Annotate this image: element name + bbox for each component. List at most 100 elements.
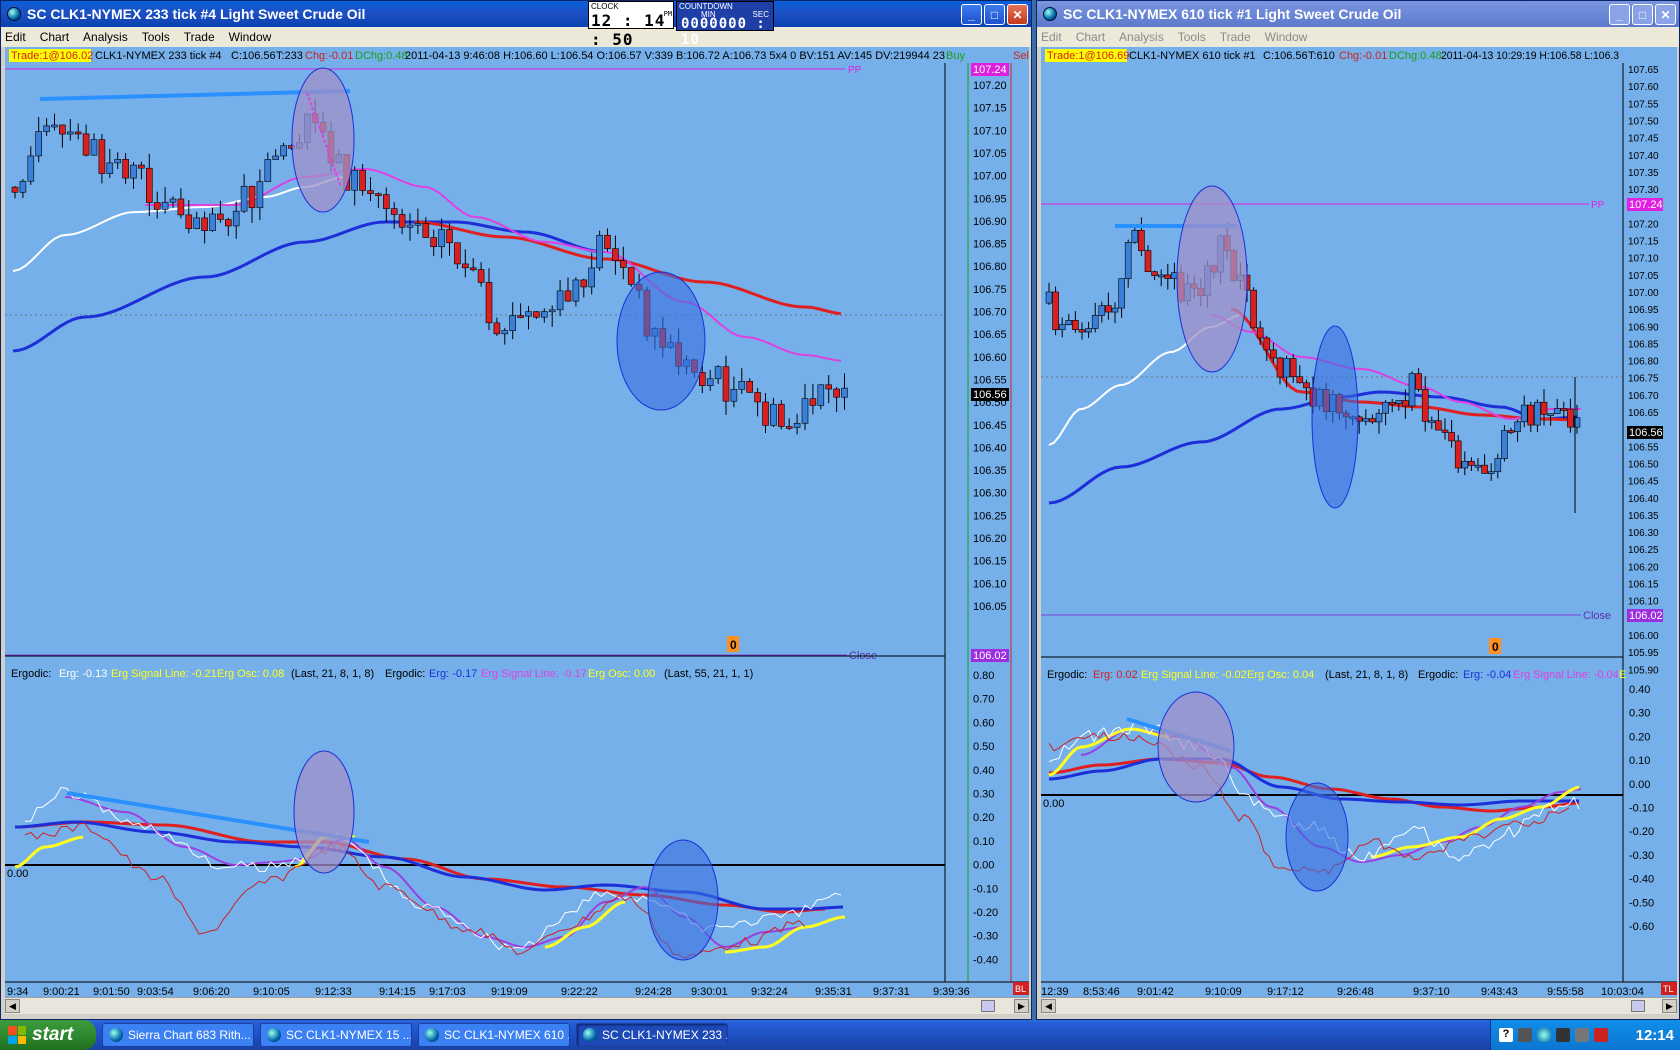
price-candle [698, 372, 706, 386]
price-candle [548, 309, 556, 313]
right-title-bar[interactable]: SC CLK1-NYMEX 610 tick #1 Light Sweet Cr… [1037, 1, 1679, 27]
menu-tools[interactable]: Tools [1178, 30, 1206, 44]
change-value: Chg:-0.01 [305, 50, 353, 62]
sell-label[interactable]: Sell [1013, 50, 1029, 62]
scroll-right-arrow[interactable]: ▶ [1014, 999, 1029, 1013]
price-candle [1507, 430, 1515, 433]
menu-trade[interactable]: Trade [184, 30, 215, 44]
left-horizontal-scrollbar[interactable]: ◀ ▶ [5, 997, 1029, 1014]
scroll-left-arrow[interactable]: ◀ [5, 999, 20, 1013]
sierra-chart-icon [1043, 7, 1057, 21]
minimize-button[interactable]: _ [961, 4, 982, 25]
volume-icon[interactable] [1556, 1028, 1570, 1042]
price-candle [82, 133, 90, 156]
right-chart-area[interactable]: Trade:1@106.69 CLK1-NYMEX 610 tick #1 C:… [1041, 47, 1677, 997]
price-tick: 105.95 [1628, 648, 1659, 659]
osc-tick: -0.10 [973, 883, 998, 895]
menu-tools[interactable]: Tools [142, 30, 170, 44]
start-button[interactable]: start [0, 1020, 96, 1050]
left-price-scale: 107.20 107.15 107.10 107.05 107.00 106.95 106.… [971, 63, 1009, 662]
menu-analysis[interactable]: Analysis [83, 30, 128, 44]
taskbar-item-610[interactable]: SC CLK1-NYMEX 610 ... [418, 1023, 570, 1047]
symbol-label: CLK1-NYMEX 610 tick #1 [1129, 50, 1256, 62]
start-label: start [32, 1024, 74, 1045]
menu-window[interactable]: Window [1265, 30, 1308, 44]
price-candle [612, 248, 619, 261]
price-tick: 106.35 [1628, 511, 1659, 522]
menu-chart[interactable]: Chart [40, 30, 69, 44]
price-tick: 107.60 [1628, 82, 1659, 93]
taskbar-item-sierra[interactable]: Sierra Chart 683 Rith... [102, 1023, 254, 1047]
price-tick: 107.15 [1628, 237, 1659, 248]
clock-widget: CLOCK 12 : 14 : 50 PM COUNTDOWN MIN SEC … [588, 1, 774, 49]
position-marker: 0 [1492, 640, 1499, 654]
taskbar-item-15[interactable]: SC CLK1-NYMEX 15 ... [260, 1023, 412, 1047]
scroll-left-arrow[interactable]: ◀ [1041, 999, 1056, 1013]
right-horizontal-scrollbar[interactable]: ◀ ▶ [1041, 997, 1677, 1014]
menu-chart[interactable]: Chart [1076, 30, 1105, 44]
menu-edit[interactable]: Edit [5, 30, 26, 44]
price-tick: 106.30 [1628, 528, 1659, 539]
price-candle [825, 384, 833, 390]
taskbar-item-233[interactable]: SC CLK1-NYMEX 233 ... [576, 1023, 728, 1047]
osc-tick: 0.10 [973, 836, 994, 848]
maximize-button[interactable]: □ [984, 4, 1005, 25]
left-title-bar[interactable]: SC CLK1-NYMEX 233 tick #4 Light Sweet Cr… [1, 1, 1031, 27]
price-candle [770, 403, 777, 426]
price-tick: 107.50 [1628, 116, 1659, 127]
price-tick: 107.55 [1628, 99, 1659, 110]
close-button[interactable]: ✕ [1655, 4, 1676, 25]
menu-analysis[interactable]: Analysis [1119, 30, 1164, 44]
network-icon[interactable] [1537, 1028, 1551, 1042]
sierra-chart-icon [7, 7, 21, 21]
price-tick: 107.10 [973, 125, 1007, 137]
highlight-ellipse-top [291, 67, 355, 213]
price-candle [1441, 429, 1449, 433]
price-candle [1369, 418, 1376, 423]
price-candle [1138, 230, 1145, 251]
left-chart-area[interactable]: Trade:1@106.02 CLK1-NYMEX 233 tick #4 C:… [5, 47, 1029, 997]
daily-change: DChg:0.48 [355, 50, 408, 62]
highlight-ellipse-mid [1311, 325, 1359, 509]
price-candle [1454, 440, 1462, 469]
price-tick: 106.70 [1628, 391, 1659, 402]
clock-label: CLOCK [591, 2, 619, 11]
close-button[interactable]: ✕ [1007, 4, 1028, 25]
time-tick: 10:03:04 [1601, 986, 1644, 997]
price-candle [264, 159, 272, 182]
price-candle [1131, 230, 1139, 243]
right-oscillator-pane: 0.00 [1041, 691, 1623, 892]
menu-edit[interactable]: Edit [1041, 30, 1062, 44]
price-tick: 106.05 [973, 601, 1007, 613]
time-tick: 9:03:54 [137, 986, 174, 997]
scroll-thumb[interactable] [981, 1000, 995, 1012]
time-tick: 9:06:20 [193, 986, 230, 997]
erg-b-value: Erg: -0.17 [429, 668, 477, 680]
osc-tick: 0.50 [973, 741, 994, 753]
price-candle [390, 208, 398, 215]
price-candle [193, 217, 200, 229]
tick-count: T:610 [1308, 50, 1335, 62]
scroll-right-arrow[interactable]: ▶ [1662, 999, 1677, 1013]
minimize-button[interactable]: _ [1609, 4, 1630, 25]
buy-label[interactable]: Buy [946, 50, 965, 62]
printer-icon[interactable] [1518, 1028, 1532, 1042]
price-candle [1072, 320, 1079, 330]
price-candle [375, 193, 382, 196]
scroll-thumb[interactable] [1631, 1000, 1645, 1012]
price-tick: 106.15 [1628, 580, 1659, 591]
price-candle [1421, 389, 1429, 422]
close-value-tag: 106.02 [1629, 610, 1663, 622]
price-candle [833, 388, 840, 398]
security-icon[interactable] [1575, 1028, 1589, 1042]
bar-stats: 2011-04-13 9:46:08 H:106.60 L:106.54 O:1… [405, 50, 945, 62]
maximize-button[interactable]: □ [1632, 4, 1653, 25]
osc-yellow-seg1 [1048, 727, 1170, 777]
antivirus-icon[interactable] [1594, 1028, 1608, 1042]
menu-window[interactable]: Window [229, 30, 272, 44]
price-candle [1283, 358, 1290, 378]
erg-b-signal: Erg Signal Line: -0.04 [1513, 669, 1619, 681]
menu-trade[interactable]: Trade [1220, 30, 1251, 44]
taskbar-item-label: SC CLK1-NYMEX 15 ... [286, 1028, 412, 1042]
help-icon[interactable]: ? [1499, 1028, 1513, 1042]
